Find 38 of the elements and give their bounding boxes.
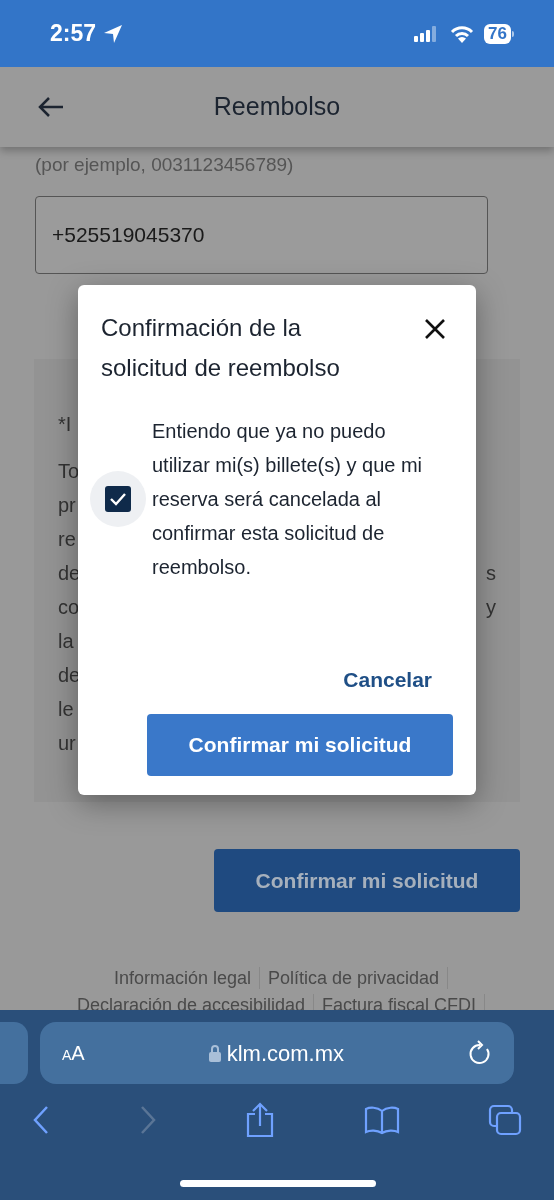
status-time: 2:57 — [50, 19, 97, 49]
info-text: la — [58, 629, 74, 654]
confirm-request-button[interactable]: Confirmar mi solicitud — [214, 849, 520, 912]
lock-icon — [208, 1044, 221, 1062]
url-text: klm.com.mx — [226, 1039, 344, 1068]
info-text: s — [486, 561, 496, 586]
info-text: *I — [58, 412, 72, 437]
checkbox[interactable] — [105, 486, 131, 512]
cancel-link[interactable]: Cancelar — [343, 664, 432, 696]
address-bar[interactable]: AA klm.com.mx — [40, 1022, 514, 1084]
footer-link[interactable]: Información legal — [105, 967, 260, 989]
info-text: le — [58, 697, 74, 722]
info-text: pr — [58, 493, 76, 518]
close-icon[interactable] — [424, 318, 446, 340]
info-text: de — [58, 561, 81, 586]
dialog-title: Confirmación de la solicitud de reembolso — [101, 313, 341, 383]
battery-indicator: 76 — [484, 23, 514, 44]
checkbox-label: Entiendo que ya no puedo utilizar mi(s) billete(s) y que mi reserva será cancelada al confirmar esta solicitud de reembolso. — [152, 419, 424, 580]
field-hint: (por ejemplo, 0031123456789) — [35, 153, 295, 177]
page-title: Reembolso — [213, 91, 341, 123]
info-text: re — [58, 527, 76, 552]
bookmarks-icon[interactable] — [363, 1105, 400, 1135]
info-text: co — [58, 595, 80, 620]
footer-link[interactable]: Política de privacidad — [260, 967, 449, 989]
info-text: y — [486, 595, 496, 620]
info-text: To — [58, 459, 80, 484]
info-text: de — [58, 663, 81, 688]
reload-icon[interactable] — [468, 1040, 492, 1066]
back-arrow-icon[interactable] — [38, 96, 64, 118]
text-size-button[interactable]: AA — [62, 1038, 85, 1068]
phone-input-field[interactable]: +525519045370 — [35, 196, 488, 274]
back-icon[interactable] — [32, 1105, 50, 1135]
info-text: ur — [58, 731, 76, 756]
confirm-button[interactable]: Confirmar mi solicitud — [147, 713, 453, 776]
location-arrow-icon — [102, 22, 125, 45]
share-icon[interactable] — [245, 1102, 275, 1138]
tabs-icon[interactable] — [488, 1104, 522, 1136]
wifi-icon — [450, 24, 475, 43]
